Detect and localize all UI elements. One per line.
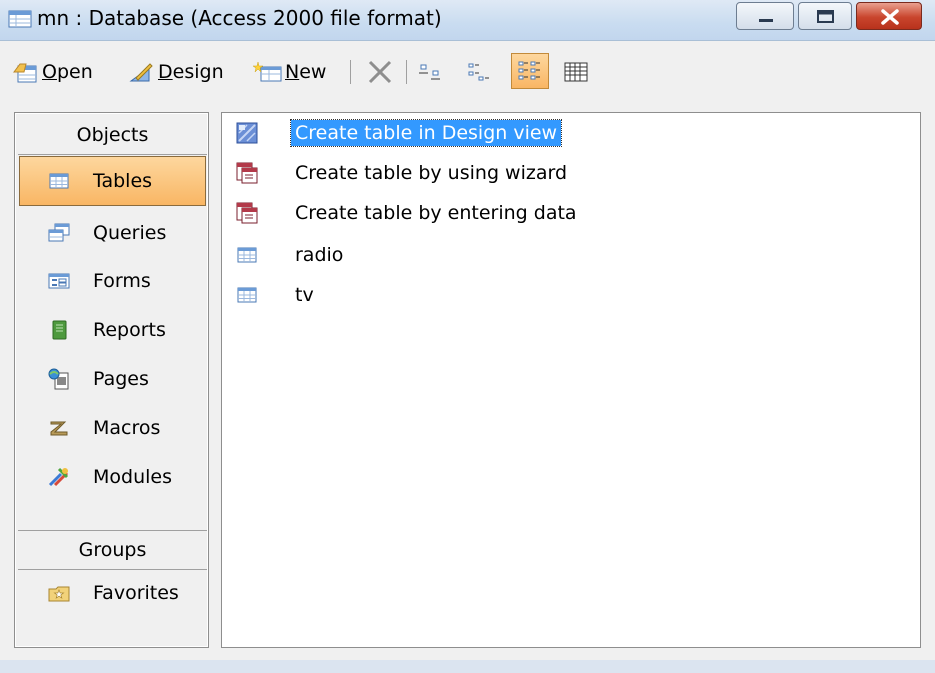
sidebar-item-forms[interactable]: Forms — [19, 258, 206, 304]
list-item-label: Create table by using wizard — [295, 162, 568, 184]
wizard-icon — [236, 202, 258, 224]
new-icon — [253, 61, 282, 82]
sidebar-item-label: Reports — [93, 319, 166, 341]
design-label: Design — [158, 61, 224, 83]
sidebar-item-label: Tables — [93, 170, 153, 192]
minimize-button[interactable] — [736, 2, 794, 30]
details-view-icon — [564, 62, 588, 82]
sidebar-item-label: Pages — [93, 368, 149, 390]
wizard-icon — [236, 162, 258, 184]
design-icon — [129, 63, 153, 82]
status-bar — [0, 660, 935, 673]
details-view-button[interactable] — [563, 57, 589, 87]
objects-bar: Objects Tables Queries Forms Reports Pag… — [14, 112, 209, 648]
database-window-icon — [8, 10, 32, 28]
favorites-folder-icon — [48, 586, 70, 602]
close-icon — [881, 9, 899, 25]
objects-header[interactable]: Objects — [18, 116, 207, 155]
list-view-button[interactable] — [511, 53, 549, 89]
report-icon — [52, 320, 67, 340]
large-icons-button[interactable] — [418, 57, 444, 87]
design-view-icon — [236, 122, 258, 144]
table-icon — [237, 247, 257, 263]
open-icon — [13, 63, 37, 83]
open-label: Open — [42, 61, 93, 83]
sidebar-item-label: Forms — [93, 270, 151, 292]
maximize-button[interactable] — [798, 2, 852, 30]
query-icon — [48, 223, 70, 242]
maximize-icon — [817, 10, 834, 23]
page-icon — [48, 368, 69, 390]
small-icons-button[interactable] — [467, 57, 493, 87]
form-icon — [48, 273, 70, 289]
groups-header[interactable]: Groups — [18, 530, 207, 570]
delete-button[interactable] — [366, 57, 394, 87]
table-icon — [49, 173, 69, 189]
open-button[interactable]: Open — [12, 57, 93, 87]
list-item-label: radio — [295, 244, 344, 266]
sidebar-item-modules[interactable]: Modules — [19, 454, 206, 500]
sidebar-item-label: Favorites — [93, 582, 179, 604]
sidebar-item-macros[interactable]: Macros — [19, 405, 206, 451]
list-view-icon — [518, 61, 540, 80]
sidebar-item-tables[interactable]: Tables — [19, 156, 206, 206]
sidebar-item-reports[interactable]: Reports — [19, 307, 206, 353]
list-item-label: tv — [295, 284, 314, 306]
table-icon — [237, 287, 257, 303]
new-label: New — [285, 61, 327, 83]
close-button[interactable] — [856, 2, 922, 30]
list-item-label: Create table by entering data — [295, 202, 577, 224]
sidebar-item-queries[interactable]: Queries — [19, 210, 206, 256]
delete-icon — [368, 60, 392, 84]
sidebar-item-favorites[interactable]: Favorites — [19, 570, 206, 616]
toolbar-separator — [406, 60, 407, 84]
new-button[interactable]: New — [253, 57, 326, 87]
small-icons-icon — [468, 63, 489, 81]
object-list[interactable]: Create table in Design view Create table… — [221, 112, 921, 648]
objects-bar-panel: Objects Tables Queries Forms Reports Pag… — [15, 113, 208, 647]
title-bar[interactable]: mn : Database (Access 2000 file format) — [0, 0, 935, 41]
window-title: mn : Database (Access 2000 file format) — [37, 6, 442, 30]
large-icons-icon — [419, 64, 440, 80]
minimize-icon — [759, 19, 773, 22]
module-icon — [48, 467, 69, 487]
list-item-label: Create table in Design view — [289, 119, 563, 147]
sidebar-item-pages[interactable]: Pages — [19, 356, 206, 402]
sidebar-item-label: Queries — [93, 222, 167, 244]
design-button[interactable]: Design — [128, 57, 224, 87]
database-toolbar: Open Design New — [0, 41, 935, 101]
sidebar-item-label: Modules — [93, 466, 172, 488]
sidebar-item-label: Macros — [93, 417, 161, 439]
toolbar-separator — [350, 60, 351, 84]
macro-icon — [50, 421, 68, 436]
